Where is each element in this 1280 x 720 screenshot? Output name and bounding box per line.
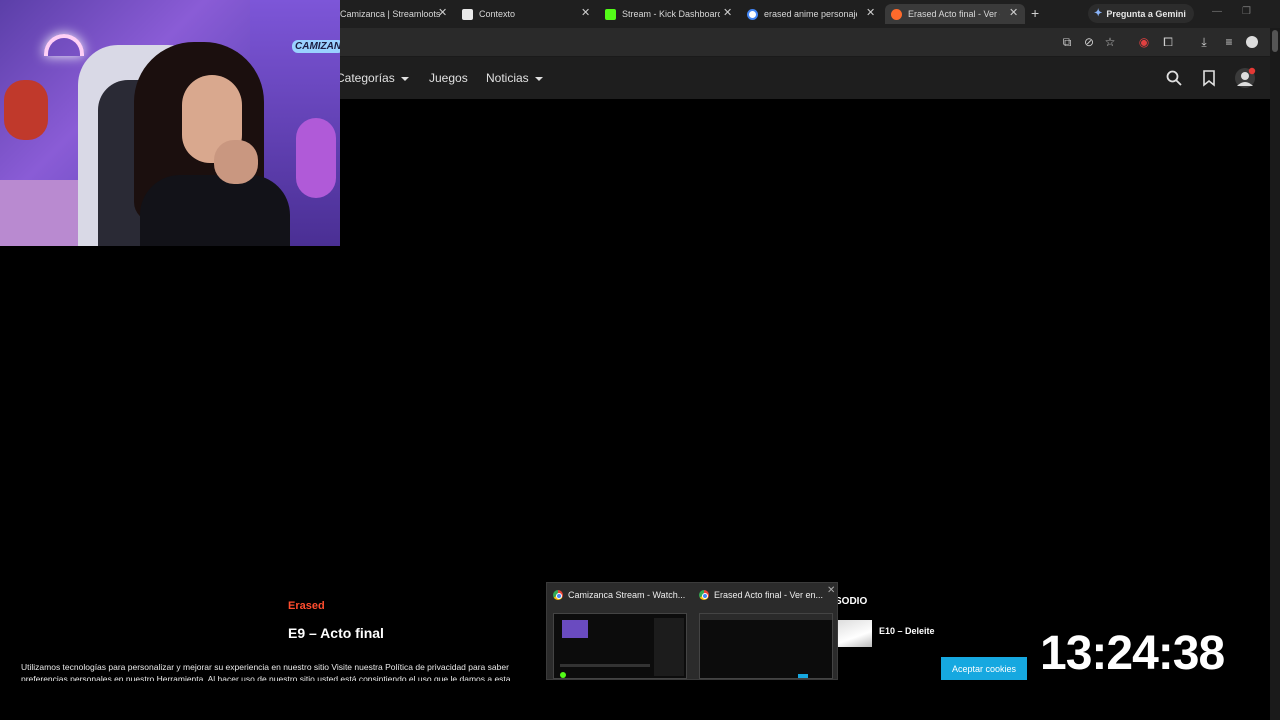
search-icon[interactable]	[1165, 69, 1183, 87]
page-scrollbar[interactable]	[1270, 28, 1280, 720]
new-tab-button[interactable]: +	[1031, 5, 1039, 21]
preview-thumbnail	[553, 613, 687, 679]
restore-icon[interactable]: ❐	[1242, 6, 1251, 17]
star-icon[interactable]: ☆	[1103, 35, 1117, 49]
preview-window-erased[interactable]: Erased Acto final - Ver en...	[693, 583, 839, 681]
streamer-logo: CAMIZAN	[292, 40, 340, 53]
tab-streamloots[interactable]: Camizanca | Streamloots |	[340, 4, 440, 24]
user-avatar-icon[interactable]	[1234, 67, 1256, 89]
chevron-down-icon	[534, 76, 543, 81]
preview-title-text: Camizanca Stream - Watch...	[568, 590, 686, 600]
nav-juegos[interactable]: Juegos	[429, 71, 468, 85]
taskbar-preview: Camizanca Stream - Watch... Erased Acto …	[546, 582, 838, 680]
nav-categorias[interactable]: Categorías	[336, 71, 409, 85]
screen: Camizanca | Streamloots | ✕ Contexto ✕ S…	[0, 0, 1280, 720]
streamer-hand	[214, 140, 258, 184]
streamer-body	[140, 175, 290, 246]
accept-cookies-button[interactable]: Aceptar cookies	[941, 657, 1027, 680]
preview-title-text: Erased Acto final - Ver en...	[714, 590, 824, 600]
cookie-banner-text: Utilizamos tecnologías para personalizar…	[21, 662, 511, 681]
nav-label: Noticias	[486, 71, 529, 85]
preview-window-kick[interactable]: Camizanca Stream - Watch...	[547, 583, 693, 681]
episode-title: E9 – Acto final	[288, 625, 384, 641]
gemini-spark-icon: ✦	[1094, 8, 1103, 19]
stream-clock: 13:24:38	[1040, 627, 1225, 680]
gemini-label: Pregunta a Gemini	[1106, 8, 1186, 19]
site-favicon-icon	[891, 8, 902, 20]
preview-title: Erased Acto final - Ver en...	[699, 590, 833, 600]
next-episode-header: SODIO	[835, 596, 868, 607]
tab-title: Erased Acto final - Ver en C	[908, 9, 1000, 19]
chrome-icon	[699, 590, 709, 600]
tab-contexto[interactable]: Contexto	[462, 4, 572, 24]
guitar	[296, 118, 336, 198]
scrollbar-thumb[interactable]	[1272, 30, 1278, 52]
rainbow-neon	[44, 34, 84, 56]
tab-close-icon[interactable]: ✕	[866, 6, 875, 20]
nav-label: Juegos	[429, 71, 468, 85]
tab-title: Stream - Kick Dashboard	[622, 9, 720, 19]
media-icon[interactable]: ≡	[1222, 35, 1236, 49]
install-icon[interactable]: ⧉	[1060, 35, 1074, 49]
puzzle-icon[interactable]: ⧠	[1161, 35, 1175, 49]
chevron-down-icon	[400, 76, 409, 81]
tab-title: Contexto	[479, 9, 516, 19]
eye-off-icon[interactable]: ⊘	[1082, 35, 1096, 49]
preview-title: Camizanca Stream - Watch...	[553, 590, 687, 600]
chrome-icon	[553, 590, 563, 600]
minimize-icon[interactable]: —	[1212, 6, 1222, 17]
nav-noticias[interactable]: Noticias	[486, 71, 543, 85]
extension-red-icon[interactable]: ◉	[1137, 35, 1151, 49]
preview-close-icon[interactable]: ✕	[827, 585, 837, 596]
plush-toys	[4, 80, 48, 140]
tab-erased-active[interactable]: Erased Acto final - Ver en C	[885, 4, 1025, 24]
tab-close-icon[interactable]: ✕	[438, 6, 447, 20]
bookmark-icon[interactable]	[1200, 69, 1218, 87]
next-episode-title[interactable]: E10 – Deleite	[879, 626, 935, 636]
google-favicon-icon	[747, 8, 758, 20]
next-episode-thumbnail[interactable]	[837, 620, 872, 647]
tab-close-icon[interactable]: ✕	[581, 6, 590, 20]
preview-thumbnail	[699, 613, 833, 679]
tab-title: erased anime personajes -	[764, 9, 857, 19]
tab-close-icon[interactable]: ✕	[1009, 6, 1018, 20]
download-icon[interactable]: ⤓	[1197, 35, 1211, 49]
gemini-button[interactable]: ✦ Pregunta a Gemini	[1088, 4, 1194, 23]
tab-title: Camizanca | Streamloots |	[340, 9, 440, 19]
nav-label: Categorías	[336, 71, 395, 85]
webcam-overlay: CAMIZAN	[0, 0, 340, 246]
tab-google-search[interactable]: erased anime personajes -	[747, 4, 857, 24]
profile-icon[interactable]	[1246, 36, 1258, 48]
kick-favicon-icon	[605, 8, 616, 20]
tab-kick-dashboard[interactable]: Stream - Kick Dashboard	[605, 4, 720, 24]
series-link[interactable]: Erased	[288, 600, 325, 612]
tab-close-icon[interactable]: ✕	[723, 6, 732, 20]
contexto-favicon-icon	[462, 8, 473, 20]
